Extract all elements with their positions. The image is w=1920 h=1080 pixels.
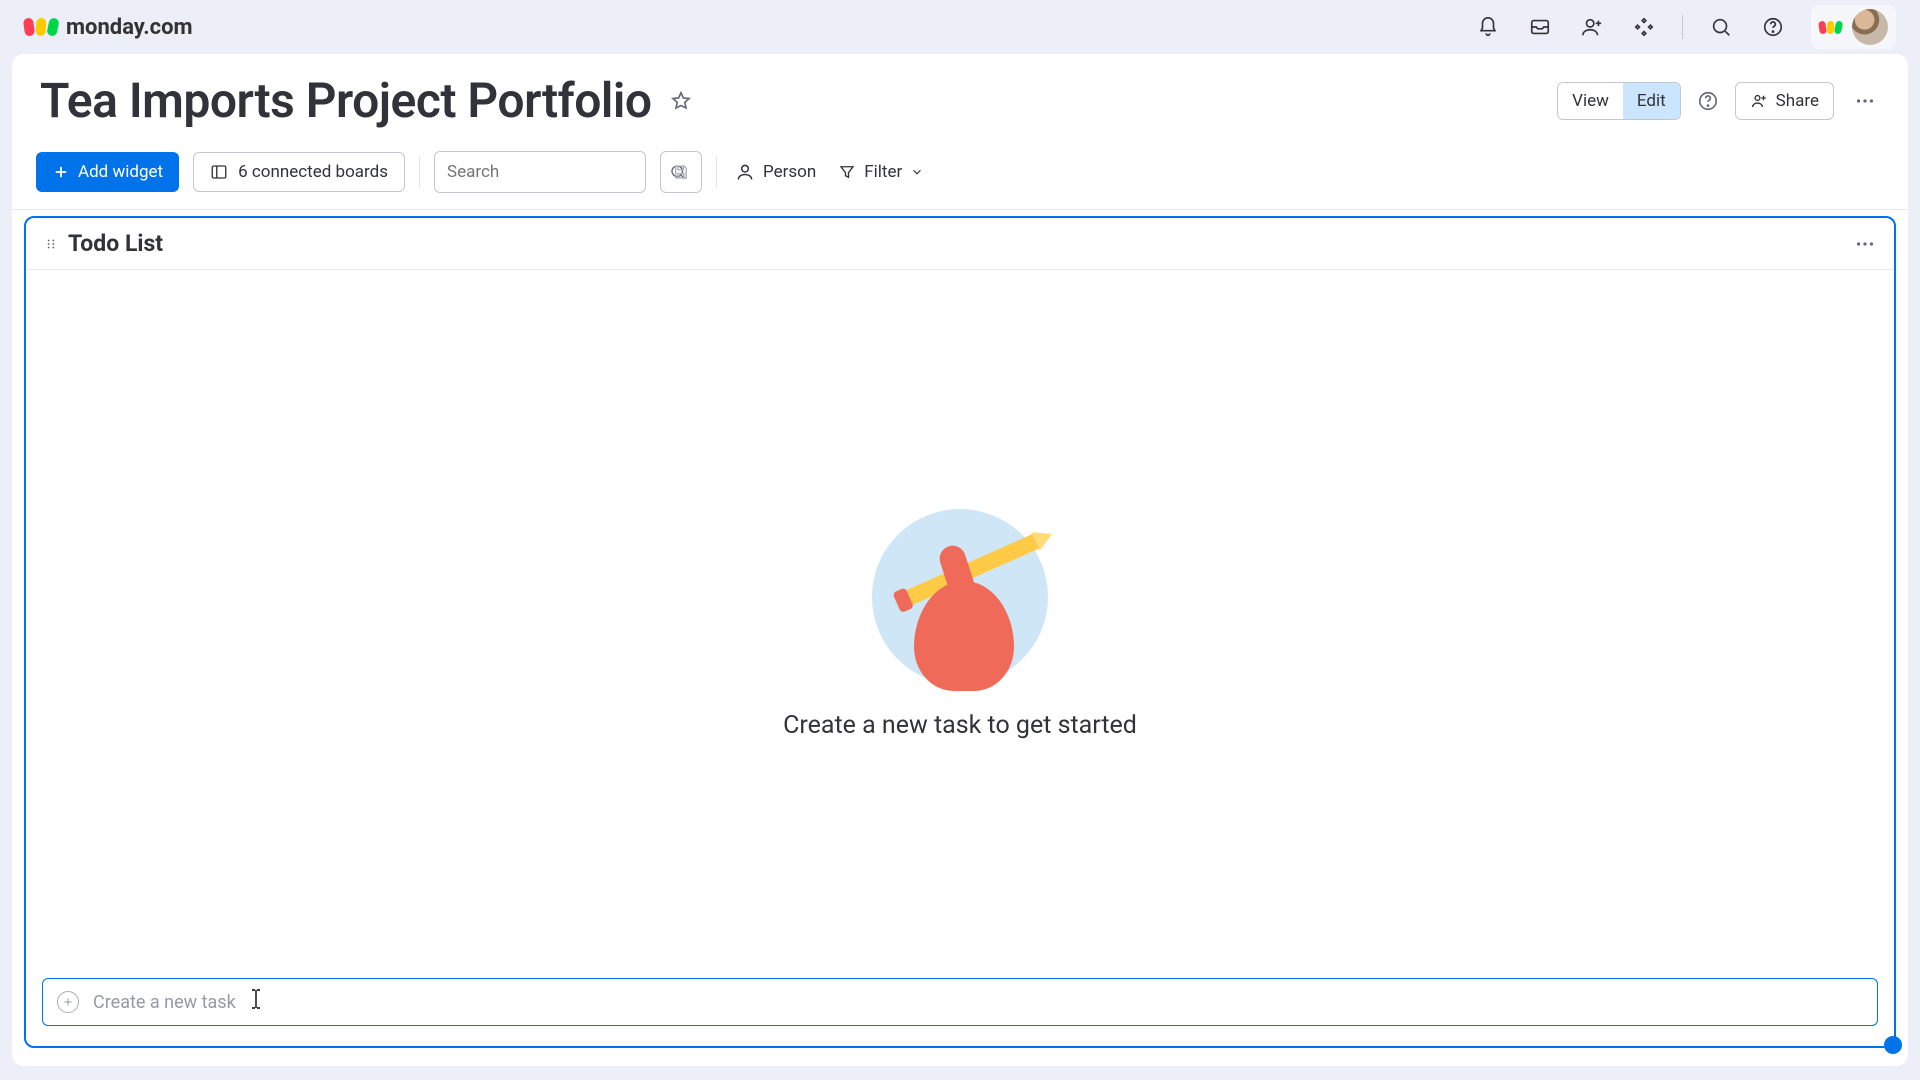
- user-avatar[interactable]: [1852, 9, 1888, 45]
- save-button[interactable]: [660, 151, 702, 193]
- chevron-down-icon: [910, 165, 924, 179]
- header-help-icon[interactable]: [1697, 90, 1719, 112]
- monday-mini-icon: [1819, 21, 1842, 34]
- new-task-row[interactable]: [42, 978, 1878, 1026]
- more-menu-icon[interactable]: [1850, 86, 1880, 116]
- widget-header: Todo List: [26, 218, 1894, 270]
- edit-mode-button[interactable]: Edit: [1623, 83, 1680, 119]
- toolbar: Add widget 6 connected boards Person Fil…: [12, 141, 1908, 210]
- account-switcher[interactable]: [1811, 5, 1896, 49]
- share-label: Share: [1776, 91, 1819, 111]
- new-task-input[interactable]: [93, 992, 1863, 1013]
- connected-boards-label: 6 connected boards: [238, 162, 388, 182]
- help-icon[interactable]: [1759, 13, 1787, 41]
- favorite-star-icon[interactable]: [670, 90, 692, 112]
- divider: [716, 156, 717, 188]
- empty-state-text: Create a new task to get started: [783, 711, 1137, 740]
- inbox-icon[interactable]: [1526, 13, 1554, 41]
- todo-list-widget: Todo List Create a new task to get start…: [24, 216, 1896, 1048]
- widget-area: Todo List Create a new task to get start…: [12, 210, 1908, 1066]
- view-mode-button[interactable]: View: [1558, 83, 1623, 119]
- share-button[interactable]: Share: [1735, 82, 1834, 120]
- brand-name: monday.com: [66, 15, 193, 40]
- connected-boards-button[interactable]: 6 connected boards: [193, 152, 405, 192]
- top-right-actions: [1474, 5, 1896, 49]
- resize-handle[interactable]: [1884, 1036, 1902, 1054]
- filter-label: Filter: [864, 162, 902, 182]
- monday-logo-icon: [24, 18, 58, 36]
- add-widget-label: Add widget: [78, 162, 163, 182]
- top-bar: monday.com: [0, 0, 1920, 54]
- view-edit-toggle: View Edit: [1557, 82, 1681, 120]
- add-task-icon[interactable]: [57, 991, 79, 1013]
- invite-users-icon[interactable]: [1578, 13, 1606, 41]
- divider: [1682, 15, 1683, 39]
- notifications-icon[interactable]: [1474, 13, 1502, 41]
- search-input[interactable]: [447, 162, 669, 182]
- search-icon[interactable]: [1707, 13, 1735, 41]
- divider: [419, 156, 420, 188]
- apps-icon[interactable]: [1630, 13, 1658, 41]
- page-title[interactable]: Tea Imports Project Portfolio: [40, 72, 652, 129]
- drag-handle-icon[interactable]: [44, 237, 58, 251]
- brand-logo[interactable]: monday.com: [24, 15, 193, 40]
- add-widget-button[interactable]: Add widget: [36, 152, 179, 192]
- person-label: Person: [763, 162, 816, 182]
- widget-title[interactable]: Todo List: [68, 230, 163, 257]
- page-container: Tea Imports Project Portfolio View Edit …: [12, 54, 1908, 1066]
- filter-button[interactable]: Filter: [834, 156, 928, 188]
- person-filter-button[interactable]: Person: [731, 156, 820, 188]
- widget-body: Create a new task to get started: [26, 270, 1894, 978]
- empty-state-illustration: [872, 509, 1048, 685]
- search-box[interactable]: [434, 151, 646, 193]
- widget-more-icon[interactable]: [1854, 233, 1876, 255]
- page-header: Tea Imports Project Portfolio View Edit …: [12, 54, 1908, 141]
